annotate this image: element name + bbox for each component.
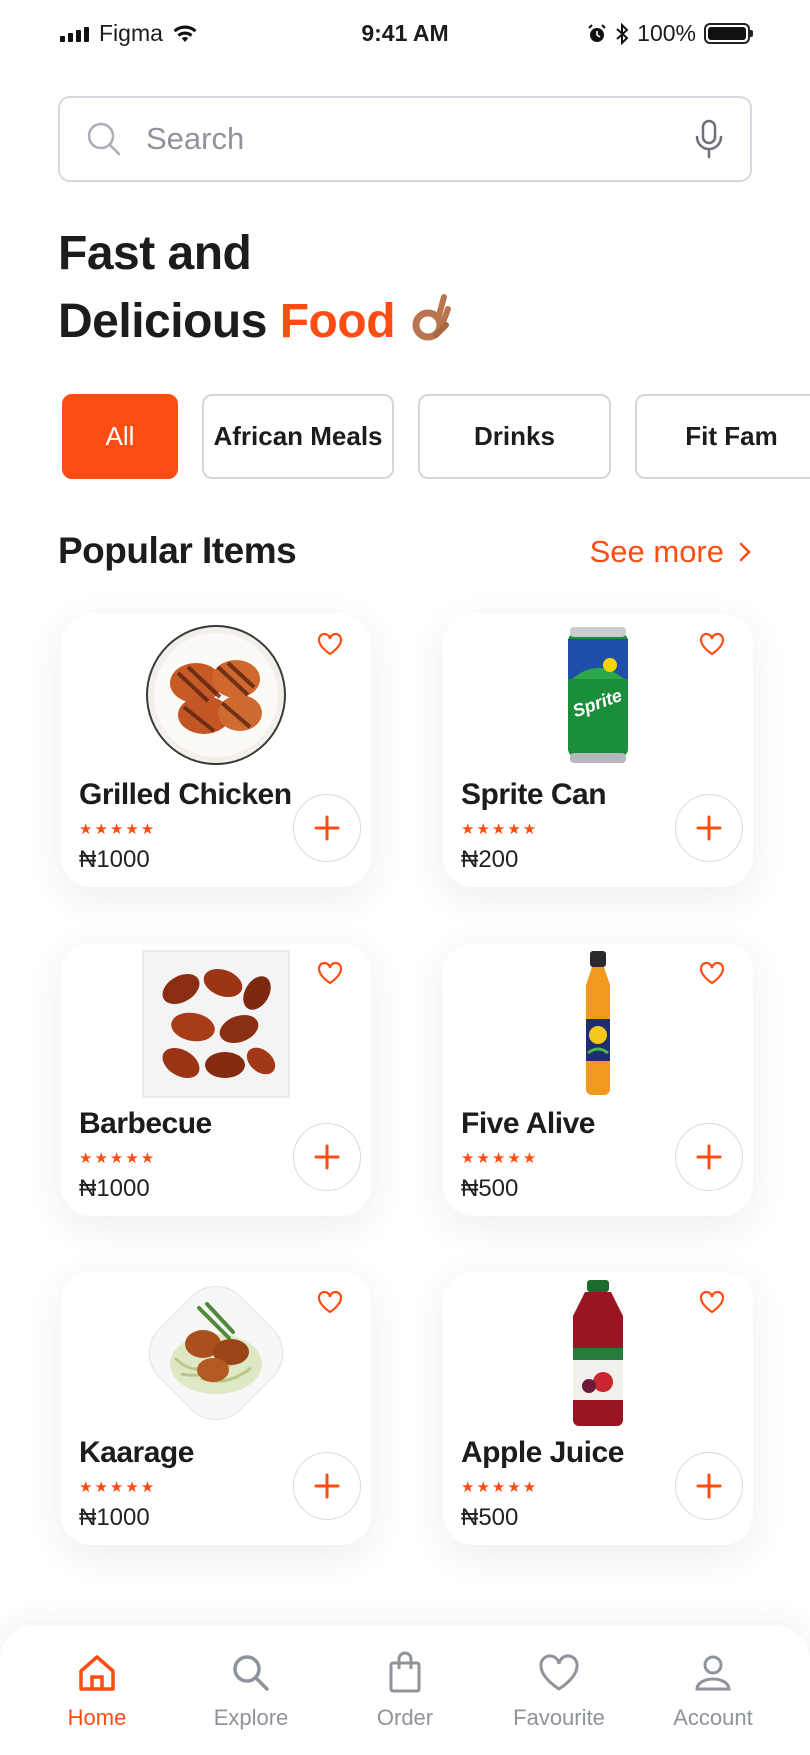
item-name: Kaarage	[79, 1436, 194, 1469]
add-to-cart-button[interactable]	[293, 1452, 361, 1520]
plus-icon	[314, 1144, 340, 1170]
microphone-icon[interactable]	[694, 119, 724, 159]
rating-stars: ★★★★★	[461, 821, 539, 838]
item-card[interactable]: Grilled Chicken ★★★★★ ₦1000	[61, 614, 371, 887]
rating-stars: ★★★★★	[79, 1150, 157, 1167]
nav-label: Order	[376, 1705, 434, 1730]
section-title: Popular Items	[58, 530, 297, 571]
nav-favourite[interactable]: Favourite	[494, 1651, 624, 1755]
search-input[interactable]	[146, 121, 694, 157]
plus-icon	[696, 1144, 722, 1170]
item-name: Five Alive	[461, 1107, 595, 1140]
headline-line-1: Fast and	[58, 227, 252, 280]
item-price: ₦1000	[79, 846, 150, 873]
add-to-cart-button[interactable]	[293, 794, 361, 862]
category-tabs: All African Meals Drinks Fit Fam	[62, 394, 810, 479]
item-card[interactable]: Apple Juice ★★★★★ ₦500	[443, 1272, 753, 1545]
category-label: African Meals	[213, 421, 383, 451]
sprite-can-image: Sprite	[523, 620, 673, 770]
page-headline: Fast and Delicious Food	[58, 220, 454, 356]
item-name: Sprite Can	[461, 778, 607, 811]
grilled-chicken-image	[141, 620, 291, 770]
plus-icon	[314, 815, 340, 841]
item-card[interactable]: Sprite Sprite Can ★★★★★ ₦200	[443, 614, 753, 887]
battery-icon	[704, 23, 753, 44]
item-card[interactable]: Five Alive ★★★★★ ₦500	[443, 943, 753, 1216]
bottom-navigation: Home Explore Order Favourite Account	[0, 1625, 810, 1755]
battery-percent: 100%	[637, 20, 696, 46]
item-price: ₦200	[461, 846, 519, 873]
search-icon	[233, 1655, 269, 1691]
category-label: All	[105, 421, 135, 451]
plus-icon	[314, 1473, 340, 1499]
see-more-label: See more	[589, 534, 724, 569]
headline-accent: Food	[279, 295, 396, 348]
user-icon	[695, 1655, 731, 1691]
item-price: ₦1000	[79, 1175, 150, 1202]
bluetooth-icon	[616, 22, 629, 45]
item-price: ₦500	[461, 1175, 519, 1202]
favorite-heart-icon[interactable]	[699, 961, 725, 985]
item-price: ₦1000	[79, 1504, 150, 1531]
rating-stars: ★★★★★	[461, 1150, 539, 1167]
category-chip-all[interactable]: All	[62, 394, 178, 479]
home-icon	[79, 1655, 115, 1691]
item-card[interactable]: Kaarage ★★★★★ ₦1000	[61, 1272, 371, 1545]
favorite-heart-icon[interactable]	[699, 632, 725, 656]
nav-label: Home	[67, 1705, 127, 1730]
ok-hand-icon	[412, 294, 451, 341]
status-bar: Figma 9:41 AM 100%	[0, 0, 810, 66]
add-to-cart-button[interactable]	[293, 1123, 361, 1191]
item-name: Grilled Chicken	[79, 778, 292, 811]
plus-icon	[696, 1473, 722, 1499]
nav-home[interactable]: Home	[32, 1651, 162, 1755]
nav-account[interactable]: Account	[648, 1651, 778, 1755]
heart-icon	[539, 1654, 579, 1691]
category-chip-drinks[interactable]: Drinks	[418, 394, 611, 479]
plus-icon	[696, 815, 722, 841]
item-name: Apple Juice	[461, 1436, 624, 1469]
item-card[interactable]: Barbecue ★★★★★ ₦1000	[61, 943, 371, 1216]
favorite-heart-icon[interactable]	[699, 1290, 725, 1314]
add-to-cart-button[interactable]	[675, 1123, 743, 1191]
nav-label: Explore	[213, 1705, 289, 1730]
search-icon	[87, 122, 121, 156]
item-price: ₦500	[461, 1504, 519, 1531]
category-label: Fit Fam	[685, 421, 778, 451]
rating-stars: ★★★★★	[79, 1479, 157, 1496]
category-chip-african-meals[interactable]: African Meals	[202, 394, 394, 479]
nav-explore[interactable]: Explore	[186, 1651, 316, 1755]
favorite-heart-icon[interactable]	[317, 1290, 343, 1314]
category-label: Drinks	[474, 421, 555, 451]
favorite-heart-icon[interactable]	[317, 632, 343, 656]
add-to-cart-button[interactable]	[675, 794, 743, 862]
headline-line-2: Delicious	[58, 295, 280, 348]
kaarage-plate-image	[141, 1278, 291, 1428]
five-alive-bottle-image	[523, 949, 673, 1099]
rating-stars: ★★★★★	[79, 821, 157, 838]
alarm-icon	[588, 23, 606, 42]
apple-juice-bottle-image	[523, 1278, 673, 1428]
shopping-bag-icon	[389, 1651, 421, 1693]
see-more-link[interactable]: See more	[590, 534, 752, 570]
nav-label: Favourite	[513, 1705, 605, 1730]
item-name: Barbecue	[79, 1107, 212, 1140]
chevron-right-icon	[739, 542, 751, 562]
nav-order[interactable]: Order	[340, 1651, 470, 1755]
popular-items-grid: Grilled Chicken ★★★★★ ₦1000 Sprite Sprit…	[61, 614, 753, 1545]
favorite-heart-icon[interactable]	[317, 961, 343, 985]
search-bar[interactable]	[58, 96, 752, 182]
nav-label: Account	[673, 1705, 753, 1730]
add-to-cart-button[interactable]	[675, 1452, 743, 1520]
category-chip-fit-fam[interactable]: Fit Fam	[635, 394, 810, 479]
rating-stars: ★★★★★	[461, 1479, 539, 1496]
barbecue-wings-image	[141, 949, 291, 1099]
